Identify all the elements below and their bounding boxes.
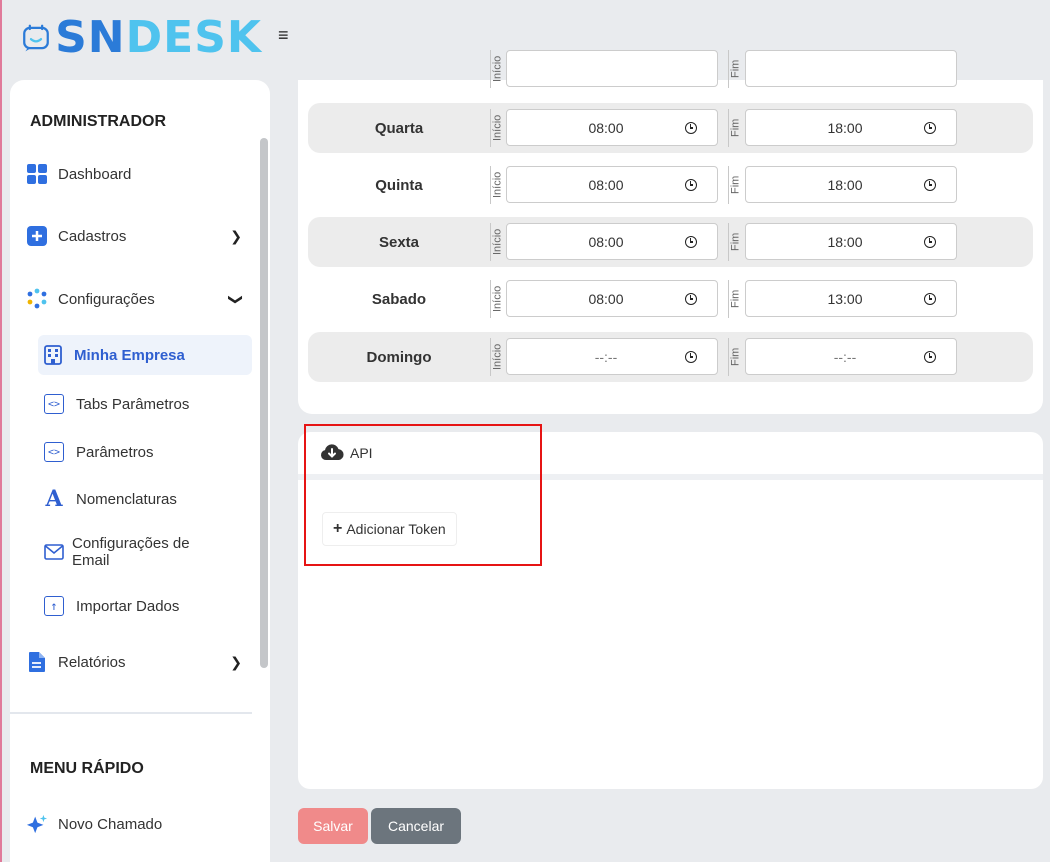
chevron-down-icon: ❯ — [228, 293, 245, 305]
sidebar-item-label: Dashboard — [58, 165, 132, 183]
start-time-input[interactable]: --:-- — [506, 338, 718, 375]
section-title-quick-menu: MENU RÁPIDO — [30, 760, 144, 777]
sidebar-item-relatorios[interactable]: Relatórios ❯ — [26, 642, 252, 682]
code-icon: <> — [44, 442, 64, 462]
day-label: Sexta — [378, 233, 420, 251]
start-time-input[interactable]: 08:00 — [506, 166, 718, 203]
building-icon — [44, 345, 62, 365]
sidebar-divider — [10, 712, 252, 714]
clock-icon[interactable] — [685, 178, 697, 191]
submenu-label: Tabs Parâmetros — [76, 395, 190, 413]
submenu-label: Parâmetros — [76, 443, 154, 461]
submenu-parametros[interactable]: <> Parâmetros — [38, 432, 252, 472]
schedule-row: Sabado Início 08:00 Fim 13:00 — [308, 274, 1033, 324]
start-label: Início — [490, 50, 504, 88]
clock-icon[interactable] — [924, 121, 936, 134]
schedule-row-partial: Início Fim — [308, 44, 1033, 94]
start-label: Início — [490, 166, 504, 204]
chevron-right-icon: ❯ — [230, 227, 242, 244]
end-time-input[interactable] — [745, 50, 957, 87]
cancel-button[interactable]: Cancelar — [371, 808, 461, 844]
end-time-input[interactable]: 18:00 — [745, 109, 957, 146]
submenu-nomenclaturas[interactable]: A Nomenclaturas — [38, 479, 252, 519]
day-label: Quinta — [375, 176, 423, 194]
save-button[interactable]: Salvar — [298, 808, 368, 844]
sidebar-item-cadastros[interactable]: Cadastros ❯ — [26, 216, 252, 256]
submenu-tabs-parametros[interactable]: <> Tabs Parâmetros — [38, 384, 252, 424]
start-time-input[interactable]: 08:00 — [506, 280, 718, 317]
submenu-label: Configurações de Email — [72, 534, 190, 569]
code-icon: <> — [44, 394, 64, 414]
end-time-input[interactable]: 18:00 — [745, 166, 957, 203]
start-time-input[interactable] — [506, 50, 718, 87]
quick-item-novo-chamado[interactable]: Novo Chamado — [26, 804, 252, 844]
end-label: Fim — [728, 338, 742, 376]
schedule-row: Quarta Início 08:00 Fim 18:00 — [308, 103, 1033, 153]
day-label: Quarta — [374, 119, 424, 137]
quick-item-label: Novo Chamado — [58, 815, 163, 833]
section-title-admin: ADMINISTRADOR — [30, 113, 166, 130]
chat-bubble-logo-icon — [23, 24, 49, 52]
start-time-input[interactable]: 08:00 — [506, 223, 718, 260]
start-label: Início — [490, 223, 504, 261]
end-label: Fim — [728, 166, 742, 204]
clock-icon[interactable] — [685, 121, 697, 134]
submenu-configuracoes-email[interactable]: Configurações de Email — [38, 530, 252, 574]
clock-icon[interactable] — [685, 292, 697, 305]
sidebar-item-configuracoes[interactable]: Configurações ❯ — [26, 279, 252, 319]
sndesk-logo: SNDESK — [22, 8, 262, 68]
end-time-input[interactable]: 18:00 — [745, 223, 957, 260]
clock-icon[interactable] — [685, 350, 697, 363]
end-label: Fim — [728, 50, 742, 88]
submenu-label: Importar Dados — [76, 597, 180, 615]
clock-icon[interactable] — [924, 235, 936, 248]
hamburger-icon[interactable]: ≡ — [278, 26, 289, 44]
schedule-row: Domingo Início --:-- Fim --:-- — [308, 332, 1033, 382]
end-time-input[interactable]: --:-- — [745, 338, 957, 375]
plus-square-icon — [26, 225, 48, 247]
submenu-label: Minha Empresa — [74, 346, 185, 364]
logo-text: SNDESK — [55, 12, 262, 63]
submenu-minha-empresa[interactable]: Minha Empresa — [38, 335, 252, 375]
dashboard-grid-icon — [26, 163, 48, 185]
report-file-icon — [26, 651, 48, 673]
schedule-row: Quinta Início 08:00 Fim 18:00 — [308, 160, 1033, 210]
submenu-label: Nomenclaturas — [76, 490, 177, 508]
sidebar-item-label: Cadastros — [58, 227, 127, 245]
envelope-icon — [44, 544, 64, 560]
end-label: Fim — [728, 109, 742, 147]
upload-icon: ↑ — [44, 596, 64, 616]
start-time-input[interactable]: 08:00 — [506, 109, 718, 146]
start-label: Início — [490, 280, 504, 318]
submenu-importar-dados[interactable]: ↑ Importar Dados — [38, 586, 252, 626]
start-label: Início — [490, 338, 504, 376]
sidebar: ADMINISTRADOR Dashboard Cadastros ❯ Conf… — [10, 80, 270, 862]
schedule-row: Sexta Início 08:00 Fim 18:00 — [308, 217, 1033, 267]
end-time-input[interactable]: 13:00 — [745, 280, 957, 317]
clock-icon[interactable] — [924, 350, 936, 363]
start-label: Início — [490, 109, 504, 147]
clock-icon[interactable] — [924, 178, 936, 191]
end-label: Fim — [728, 223, 742, 261]
schedule-card: Início Fim Quarta Início 08:00 Fim 18:00… — [298, 50, 1043, 414]
day-label: Domingo — [366, 348, 432, 366]
sidebar-scrollbar[interactable] — [260, 138, 268, 668]
day-label: Sabado — [371, 290, 427, 308]
clock-icon[interactable] — [924, 292, 936, 305]
sidebar-item-dashboard[interactable]: Dashboard — [26, 154, 252, 194]
letter-a-icon: A — [45, 486, 63, 512]
end-label: Fim — [728, 280, 742, 318]
sparkle-icon — [26, 813, 48, 835]
sidebar-item-label: Configurações — [58, 290, 155, 308]
sidebar-item-label: Relatórios — [58, 653, 126, 671]
highlight-box — [304, 424, 542, 566]
chevron-right-icon: ❯ — [230, 653, 242, 670]
clock-icon[interactable] — [685, 235, 697, 248]
config-dots-icon — [26, 288, 48, 310]
